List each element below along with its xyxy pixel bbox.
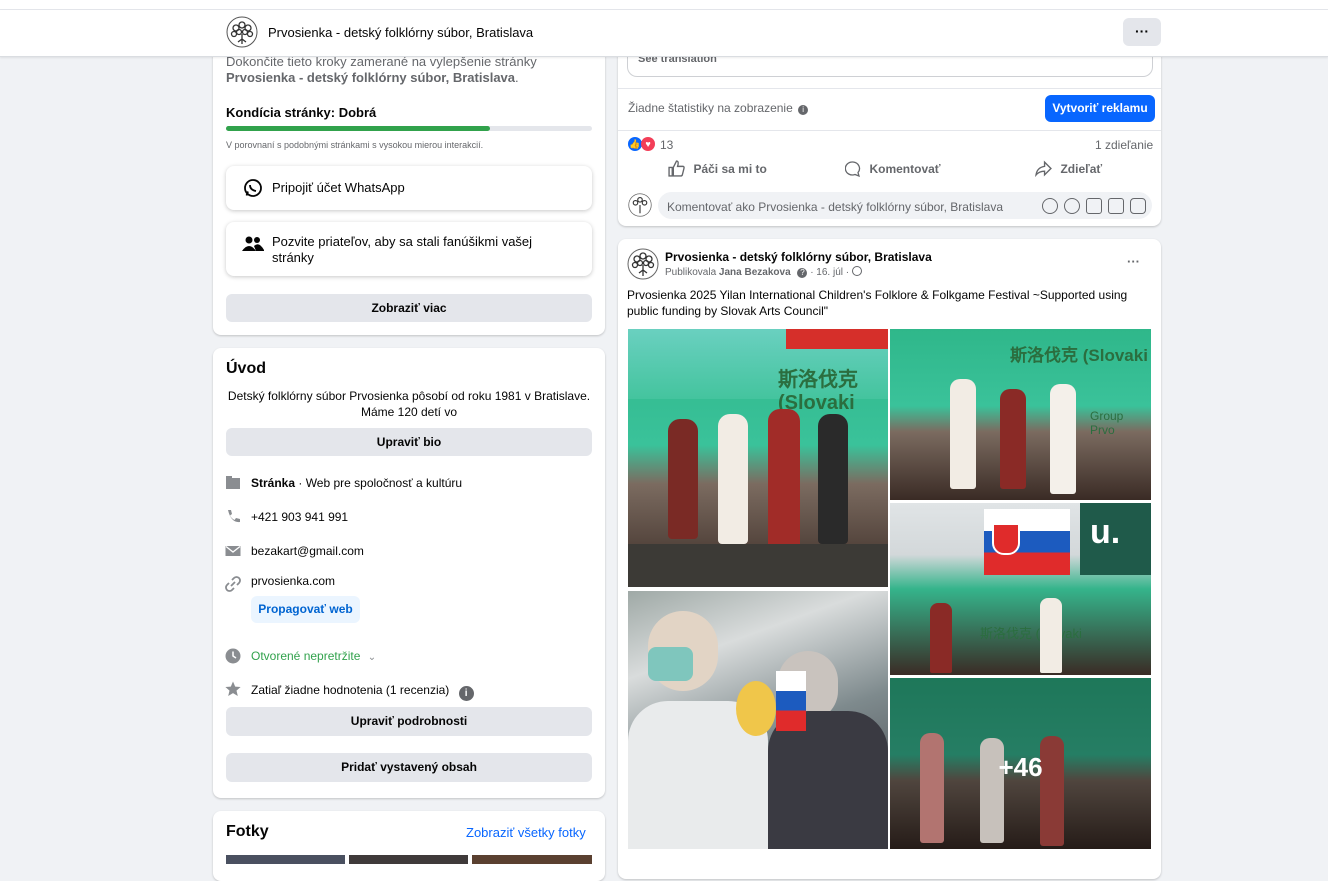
like-reaction-icon: 👍 <box>628 137 642 151</box>
banner-text: 斯洛伐克 (Slovaki <box>980 626 1082 641</box>
intro-bio: Detský folklórny súbor Prvosienka pôsobí… <box>227 389 591 419</box>
stats-bar-divider <box>618 88 1161 89</box>
page-category: Stránka · Web pre spoločnosť a kultúru <box>251 476 463 490</box>
invite-label: Pozvite priateľov, aby sa stali fanúšikm… <box>272 234 533 265</box>
comment-button[interactable]: Komentovať <box>844 160 941 178</box>
no-stats-label: Žiadne štatistiky na zobrazenie i <box>628 101 809 115</box>
page-condition: Kondícia stránky: Dobrá <box>226 105 377 120</box>
post-photo-2[interactable]: 斯洛伐克 (Slovaki Group Prvo <box>890 329 1151 500</box>
more-photos-count[interactable]: +46 <box>890 752 1151 783</box>
stats-divider <box>618 130 1161 131</box>
people-icon <box>242 236 264 251</box>
category-icon <box>226 476 240 489</box>
post-photo-5[interactable]: +46 <box>890 678 1151 849</box>
post-text: Prvosienka 2025 Yilan International Chil… <box>627 288 1128 318</box>
share-button[interactable]: Zdieľať <box>1035 160 1102 178</box>
post-author-avatar[interactable] <box>627 248 659 280</box>
add-featured-button[interactable]: Pridať vystavený obsah <box>226 753 592 782</box>
post-photo-3[interactable]: u. 斯洛伐克 (Slovaki <box>890 503 1151 675</box>
condition-progress-fill <box>226 126 490 131</box>
post-date[interactable]: · 16. júl · <box>810 267 849 278</box>
love-reaction-icon: ♥ <box>641 137 655 151</box>
post-author-name[interactable]: Prvosienka - detský folklórny súbor, Bra… <box>665 250 932 264</box>
setup-page-name: Prvosienka - detský folklórny súbor, Bra… <box>226 70 516 85</box>
see-all-photos-link[interactable]: Zobraziť všetky fotky <box>466 825 586 840</box>
opening-hours[interactable]: Otvorené nepretržite ⌄ <box>251 649 376 663</box>
reaction-count[interactable]: 13 <box>660 138 673 152</box>
link-icon <box>225 576 241 592</box>
help-icon[interactable]: ? <box>797 268 808 278</box>
info-icon[interactable]: i <box>458 686 474 701</box>
mail-icon <box>225 545 241 556</box>
connect-whatsapp-item[interactable]: Pripojiť účet WhatsApp <box>226 166 592 210</box>
condition-progress-bar <box>226 126 592 131</box>
post-meta: Publikovala Jana Bezakova ? · 16. júl · <box>665 266 862 278</box>
page-title[interactable]: Prvosienka - detský folklórny súbor, Bra… <box>268 25 533 40</box>
share-icon <box>1035 160 1052 178</box>
banner-text: 斯洛伐克 (Slovaki <box>1010 346 1148 365</box>
photos-card <box>213 811 605 881</box>
edit-details-button[interactable]: Upraviť podrobnosti <box>226 707 592 736</box>
edit-bio-button[interactable]: Upraviť bio <box>226 428 592 456</box>
post-options-button[interactable]: ··· <box>1127 254 1140 269</box>
chevron-down-icon: ⌄ <box>367 652 377 663</box>
tree-logo-icon <box>226 16 258 48</box>
rating-summary: Zatiaľ žiadne hodnotenia (1 recenzia) i <box>251 683 474 701</box>
photo-thumb[interactable] <box>226 855 345 864</box>
more-options-button[interactable]: ··· <box>1123 18 1161 46</box>
comment-input[interactable]: Komentovať ako Prvosienka - detský folkl… <box>658 192 1152 219</box>
whatsapp-label: Pripojiť účet WhatsApp <box>272 180 405 195</box>
show-more-button[interactable]: Zobraziť viac <box>226 294 592 322</box>
camera-icon[interactable] <box>1086 198 1102 214</box>
post-publisher[interactable]: Jana Bezakova <box>719 267 791 278</box>
gif-icon[interactable] <box>1108 198 1124 214</box>
clock-icon <box>225 648 241 664</box>
intro-heading: Úvod <box>226 360 266 377</box>
browser-top-strip <box>0 0 1328 10</box>
banner-text: 斯洛伐克 (Slovaki <box>778 369 858 414</box>
comment-icon <box>844 161 861 178</box>
email-address[interactable]: bezakart@gmail.com <box>251 544 364 558</box>
website-link[interactable]: prvosienka.com <box>251 574 335 588</box>
avatar-sticker-icon[interactable] <box>1042 198 1058 214</box>
like-icon <box>668 160 685 177</box>
globe-icon <box>851 266 862 276</box>
share-count[interactable]: 1 zdieľanie <box>1095 138 1153 152</box>
photos-heading: Fotky <box>226 823 269 840</box>
info-icon[interactable]: i <box>798 105 809 115</box>
photo-thumb[interactable] <box>472 855 592 864</box>
commenter-avatar <box>628 193 652 217</box>
group-text: Group Prvo <box>1090 409 1124 437</box>
promote-website-button[interactable]: Propagovať web <box>251 596 360 623</box>
whatsapp-icon <box>244 179 262 197</box>
like-button[interactable]: Páči sa mi to <box>668 160 767 178</box>
compare-note: V porovnaní s podobnými stránkami s vyso… <box>226 140 484 150</box>
setup-intro: Dokončite tieto kroky zamerané na vylepš… <box>226 54 537 85</box>
post-photo-1[interactable]: 斯洛伐克 (Slovaki <box>628 329 888 587</box>
star-icon <box>225 681 241 696</box>
sticker-icon[interactable] <box>1130 198 1146 214</box>
boost-post-button[interactable]: Vytvoriť reklamu <box>1045 95 1155 122</box>
phone-number[interactable]: +421 903 941 991 <box>251 510 348 524</box>
page-header: Prvosienka - detský folklórny súbor, Bra… <box>0 10 1328 57</box>
u-sign: u. <box>1090 513 1121 551</box>
emoji-icon[interactable] <box>1064 198 1080 214</box>
phone-icon <box>228 510 240 523</box>
invite-friends-item[interactable]: Pozvite priateľov, aby sa stali fanúšikm… <box>226 222 592 276</box>
photo-thumb[interactable] <box>349 855 468 864</box>
post-photo-4[interactable] <box>628 591 888 849</box>
